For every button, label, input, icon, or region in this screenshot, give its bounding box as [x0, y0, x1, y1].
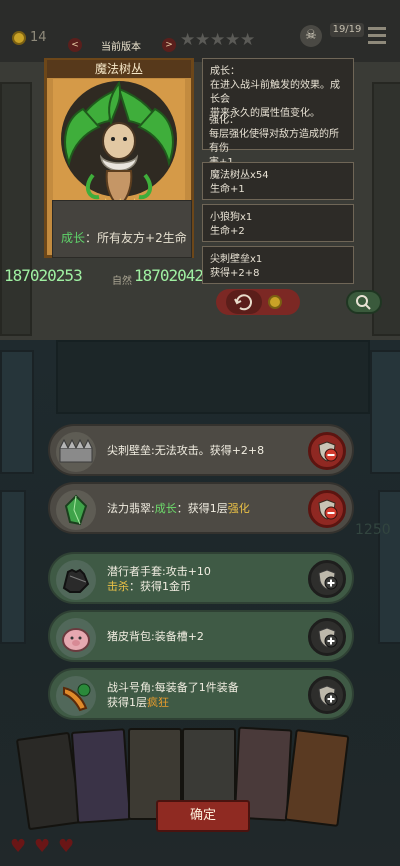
equipment-row[interactable]: 猪皮背包:装备槽+2 [48, 610, 354, 662]
summon-name: 小狼狗x1 [210, 212, 253, 223]
star-icon: ★ [180, 30, 196, 50]
equipment-name: 法力翡翠 [107, 502, 151, 515]
frenzy-keyword: 疯狂 [147, 696, 169, 709]
stalker-gloves-icon [56, 560, 96, 600]
growth-keyword: 成长 [154, 502, 177, 515]
equipment-effect: ：获得1层 [176, 502, 228, 515]
spike-wall-icon [56, 432, 96, 472]
equipment-text: 猪皮背包:装备槽+2 [107, 629, 204, 644]
equipment-effect: :装备槽+2 [151, 630, 204, 643]
natural-label: 自然 [112, 276, 132, 287]
heart-icon: ♥ [34, 836, 51, 857]
confirm-button[interactable]: 确定 [156, 800, 250, 832]
prev-version-button[interactable]: < [68, 38, 82, 52]
reinforce-keyword: 强化 [227, 502, 250, 515]
top-bar: 14 < 当前版本 > ★ ★ ★ ★ ★ ☠ 19/19 [0, 0, 400, 62]
skull-icon: ☠ [300, 25, 322, 47]
star-icon: ★ [210, 30, 226, 50]
coin-icon [12, 31, 26, 45]
card-art [53, 79, 185, 209]
pigskin-backpack-icon [56, 618, 96, 658]
card-name: 魔法树丛 [47, 60, 191, 78]
summon-name: 魔法树丛x54 [210, 170, 269, 181]
equipment-effect: :无法攻击。获得+2+8 [151, 444, 265, 457]
equipment-name: 猪皮背包 [107, 630, 151, 643]
hand-card[interactable] [70, 728, 132, 824]
summon-effect: 生命+2 [210, 226, 245, 237]
menu-icon[interactable] [368, 27, 386, 48]
overlay-number-left: 187020253 [4, 266, 83, 285]
heart-icon: ♥ [58, 836, 75, 857]
summon-item: 小狼狗x1 生命+2 [202, 204, 354, 242]
equipment-row[interactable]: 战斗号角:每装备了1件装备 获得1层疯狂 [48, 668, 354, 720]
summon-item: 尖刺壁垒x1 获得+2+8 [202, 246, 354, 284]
equipment-text: 尖刺壁垒:无法攻击。获得+2+8 [107, 443, 264, 458]
equipment-text: 潜行者手套:攻击+10 击杀：获得1金币 [107, 564, 211, 594]
hand-card[interactable] [284, 729, 350, 827]
card-description-box: 成长：所有友方+2生命 [52, 200, 192, 258]
equipment-effect: :攻击+10 [162, 565, 211, 578]
remove-button[interactable] [308, 432, 346, 470]
info-line: 每层强化使得对敌方造成的所有伤 [209, 129, 339, 154]
card-description: 成长：所有友方+2生命 [61, 229, 187, 246]
star-icon: ★ [240, 30, 256, 50]
add-button[interactable] [308, 618, 346, 656]
info-heading: 强化： [209, 115, 239, 126]
equipment-text: 法力翡翠:成长：获得1层强化 [107, 501, 250, 516]
equipment-row[interactable]: 尖刺壁垒:无法攻击。获得+2+8 [48, 424, 354, 476]
next-version-button[interactable]: > [162, 38, 176, 52]
mana-emerald-icon [56, 490, 96, 530]
kill-keyword: 击杀 [107, 580, 129, 593]
growth-keyword: 成长 [61, 231, 86, 245]
coin-icon [268, 295, 282, 309]
summon-item: 魔法树丛x54 生命+1 [202, 162, 354, 200]
battle-horn-icon [56, 676, 96, 716]
info-line: 在进入战斗前触发的效果。成长会 [210, 80, 340, 105]
refresh-button[interactable] [226, 290, 262, 314]
version-title: 当前版本 [101, 42, 141, 53]
card-description-text: ：所有友方+2生命 [85, 231, 187, 245]
star-icon: ★ [195, 30, 211, 50]
equipment-effect: ：获得1金币 [129, 580, 191, 593]
background-number: 1250 [355, 522, 391, 538]
equipment-name: 潜行者手套 [107, 565, 162, 578]
coin-count: 14 [30, 30, 47, 45]
info-heading: 成长： [210, 66, 240, 77]
star-icon: ★ [225, 30, 241, 50]
equipment-effect: :每装备了1件装备 [151, 681, 239, 694]
add-button[interactable] [308, 560, 346, 598]
equipment-text: 战斗号角:每装备了1件装备 获得1层疯狂 [107, 680, 239, 710]
summon-effect: 生命+1 [210, 184, 245, 195]
reinforce-info-panel: 强化： 每层强化使得对敌方造成的所有伤 害+1。 [202, 108, 354, 168]
heart-icon: ♥ [10, 836, 27, 857]
equipment-name: 尖刺壁垒 [107, 444, 151, 457]
remove-button[interactable] [308, 490, 346, 528]
overlay-number-right: 18702042 [134, 266, 204, 285]
equipment-row[interactable]: 潜行者手套:攻击+10 击杀：获得1金币 [48, 552, 354, 604]
equipment-name: 战斗号角 [107, 681, 151, 694]
search-button[interactable] [346, 290, 382, 314]
add-button[interactable] [308, 676, 346, 714]
equipment-row[interactable]: 法力翡翠:成长：获得1层强化 [48, 482, 354, 534]
equipment-effect: 获得1层 [107, 696, 147, 709]
enemy-count: 19/19 [330, 23, 364, 37]
summon-effect: 获得+2+8 [210, 268, 260, 279]
summon-name: 尖刺壁垒x1 [210, 254, 263, 265]
